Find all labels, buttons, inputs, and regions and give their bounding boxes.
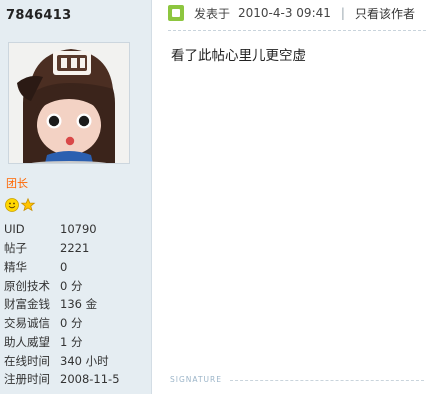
stat-label: UID (4, 222, 25, 237)
stat-label: 交易诚信 (4, 316, 50, 331)
stat-value: 0 (60, 259, 68, 274)
online-status-icon (168, 5, 184, 21)
header-separator: | (340, 6, 345, 20)
avatar[interactable] (9, 43, 129, 163)
user-profile-stats: UID 10790 帖子 2221 精华 0 原创技术 0 分 财富金钱 136… (4, 220, 120, 389)
stat-value: 1 分 (60, 334, 83, 349)
stat-uid: UID 10790 (4, 220, 120, 239)
posted-label: 发表于 (194, 6, 231, 21)
stat-label: 精华 (4, 259, 27, 274)
stat-original-tech: 原创技术 0 分 (4, 276, 120, 295)
stat-value: 0 分 (60, 278, 83, 293)
stat-online-time: 在线时间 340 小时 (4, 351, 120, 370)
signature-label: SIGNATURE (170, 375, 222, 384)
stat-money: 财富金钱 136 金 (4, 295, 120, 314)
stat-prestige: 助人威望 1 分 (4, 333, 120, 352)
stat-value: 136 金 (60, 297, 98, 312)
author-only-link[interactable]: 只看该作者 (355, 5, 415, 22)
level-icons (5, 197, 39, 213)
stat-posts: 帖子 2221 (4, 239, 120, 258)
stat-label: 助人威望 (4, 334, 50, 349)
stat-value: 10790 (60, 222, 97, 237)
stat-label: 注册时间 (4, 372, 50, 387)
stat-value: 2008-11-5 (60, 372, 120, 387)
stat-label: 原创技术 (4, 278, 50, 293)
smiley-icon (5, 198, 19, 212)
stat-trade-credit: 交易诚信 0 分 (4, 314, 120, 333)
star-icon (20, 197, 36, 212)
avatar-image (9, 43, 129, 163)
stat-label: 在线时间 (4, 353, 50, 368)
stat-value: 2221 (60, 241, 90, 256)
post-date: 2010-4-3 09:41 (238, 6, 331, 20)
header-divider (168, 30, 426, 31)
post-content: 看了此帖心里儿更空虚 (171, 48, 306, 64)
post-header: 发表于 2010-4-3 09:41 | 只看该作者 (168, 4, 415, 22)
user-panel: 7846413 团长 UID 10790 帖子 2221 精华 0 原创技术 0… (0, 0, 152, 394)
stat-value: 0 分 (60, 316, 83, 331)
stat-digest: 精华 0 (4, 258, 120, 277)
stat-label: 帖子 (4, 241, 27, 256)
stat-label: 财富金钱 (4, 297, 50, 312)
username-link[interactable]: 7846413 (6, 8, 71, 23)
stat-register-date: 注册时间 2008-11-5 (4, 370, 120, 389)
user-rank: 团长 (6, 177, 28, 190)
stat-value: 340 小时 (60, 353, 109, 368)
signature-divider (230, 380, 424, 381)
